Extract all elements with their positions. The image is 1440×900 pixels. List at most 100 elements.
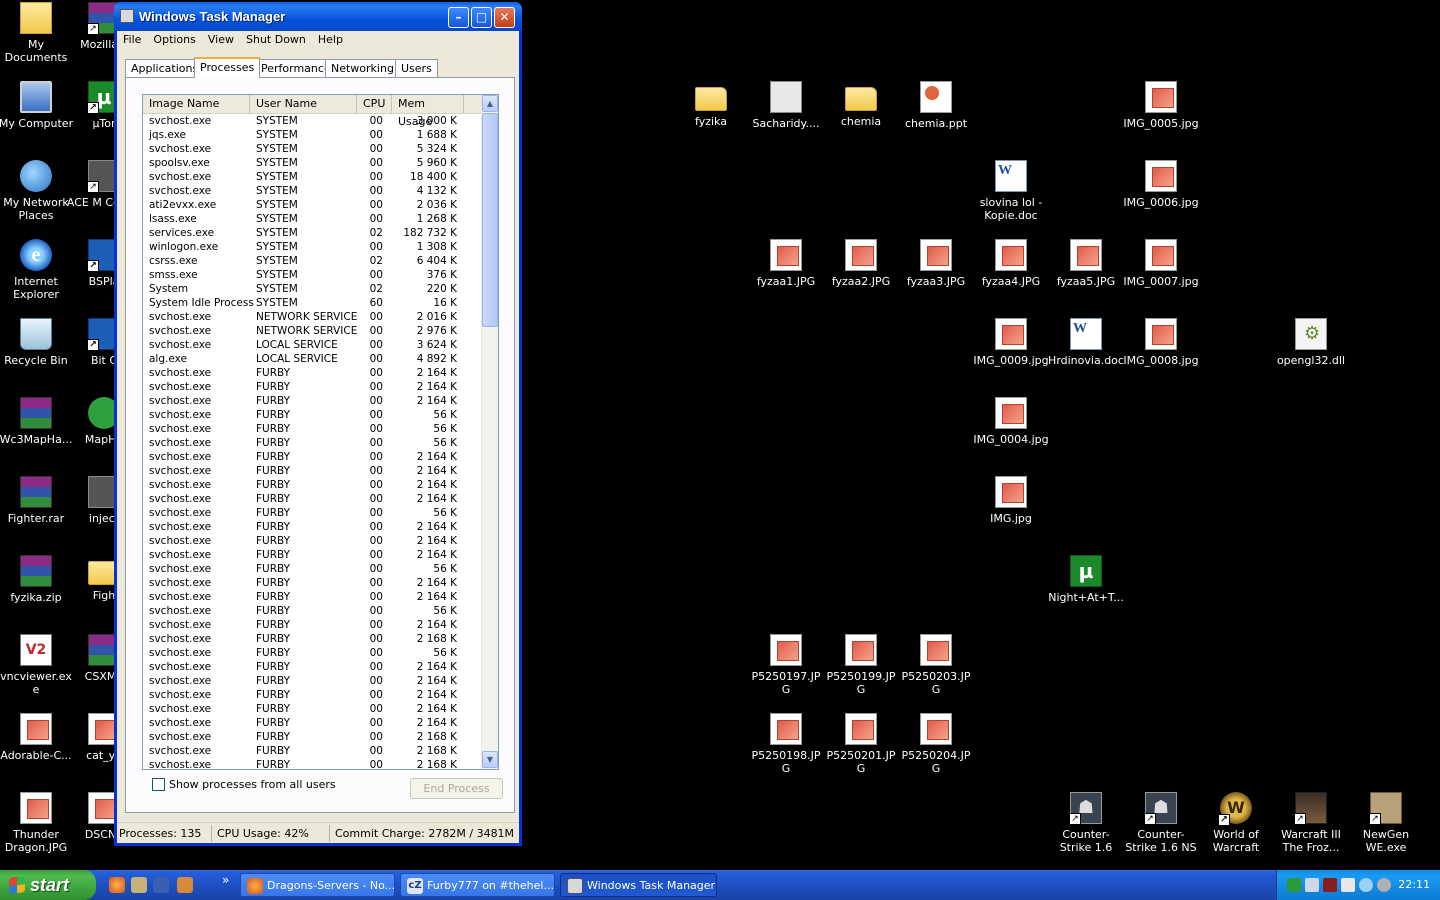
desktop-icon[interactable]: P5250201.JPG: [823, 713, 899, 775]
column-user-name[interactable]: User Name: [250, 95, 357, 113]
desktop-icon[interactable]: P5250204.JPG: [898, 713, 974, 775]
table-row[interactable]: jqs.exe SYSTEM 00 1 688 K: [143, 128, 482, 142]
tray-network-icon[interactable]: [1287, 878, 1301, 892]
desktop-icon[interactable]: Fighter.rar: [0, 476, 74, 525]
clock[interactable]: 22:11: [1398, 878, 1430, 891]
desktop-icon[interactable]: Warcraft III The Froz...: [1273, 792, 1349, 854]
desktop-icon[interactable]: slovina lol - Kopie.doc: [973, 160, 1049, 222]
column-mem-usage[interactable]: Mem Usage: [392, 95, 464, 128]
desktop-icon[interactable]: e Internet Explorer: [0, 239, 74, 301]
desktop-icon[interactable]: IMG_0008.jpg: [1123, 318, 1199, 367]
quicklaunch-network-icon[interactable]: [153, 877, 169, 893]
taskbar-item-irc[interactable]: cZ Furby777 on #thehel...: [400, 873, 555, 897]
table-row[interactable]: svchost.exe FURBY 00 2 164 K: [143, 520, 482, 534]
vertical-scrollbar[interactable]: ▲ ▼: [481, 95, 498, 769]
quicklaunch-firefox-icon[interactable]: [109, 877, 125, 893]
tray-app-icon[interactable]: [1341, 878, 1355, 892]
table-row[interactable]: svchost.exe FURBY 00 2 164 K: [143, 366, 482, 380]
table-row[interactable]: svchost.exe FURBY 00 2 164 K: [143, 576, 482, 590]
table-row[interactable]: svchost.exe NETWORK SERVICE 00 2 976 K: [143, 324, 482, 338]
menu-options[interactable]: Options: [147, 31, 201, 48]
table-row[interactable]: csrss.exe SYSTEM 02 6 404 K: [143, 254, 482, 268]
desktop-icon[interactable]: IMG_0005.jpg: [1123, 81, 1199, 130]
column-cpu[interactable]: CPU: [357, 95, 392, 113]
tray-messenger-icon[interactable]: [1359, 878, 1373, 892]
desktop-icon[interactable]: chemia.ppt: [898, 81, 974, 130]
table-row[interactable]: svchost.exe LOCAL SERVICE 00 3 624 K: [143, 338, 482, 352]
quicklaunch-overflow-icon[interactable]: »: [222, 873, 229, 887]
desktop-icon[interactable]: fyzaa2.JPG: [823, 239, 899, 288]
menu-help[interactable]: Help: [312, 31, 349, 48]
table-row[interactable]: services.exe SYSTEM 02 182 732 K: [143, 226, 482, 240]
desktop-icon[interactable]: Wc3MapHa...: [0, 397, 74, 446]
desktop-icon[interactable]: IMG_0009.jpg: [973, 318, 1049, 367]
taskbar-item-firefox[interactable]: Dragons-Servers - No...: [240, 873, 395, 897]
tray-connection-icon[interactable]: [1305, 878, 1319, 892]
scroll-down-button[interactable]: ▼: [482, 751, 498, 768]
table-row[interactable]: svchost.exe FURBY 00 56 K: [143, 436, 482, 450]
tray-antivirus-icon[interactable]: [1323, 878, 1337, 892]
quicklaunch-user-icon[interactable]: [177, 877, 193, 893]
table-row[interactable]: svchost.exe FURBY 00 2 164 K: [143, 548, 482, 562]
table-row[interactable]: svchost.exe FURBY 00 2 164 K: [143, 688, 482, 702]
desktop-icon[interactable]: V2 vncviewer.exe: [0, 634, 74, 696]
table-row[interactable]: System SYSTEM 02 220 K: [143, 282, 482, 296]
tab-users[interactable]: Users: [395, 59, 438, 77]
table-row[interactable]: winlogon.exe SYSTEM 00 1 308 K: [143, 240, 482, 254]
desktop-icon[interactable]: My Computer: [0, 81, 74, 130]
table-row[interactable]: smss.exe SYSTEM 00 376 K: [143, 268, 482, 282]
table-row[interactable]: svchost.exe SYSTEM 00 3 000 K: [143, 114, 482, 128]
desktop-icon[interactable]: WWorld of Warcraft: [1198, 792, 1274, 854]
desktop-icon[interactable]: IMG_0006.jpg: [1123, 160, 1199, 209]
table-row[interactable]: alg.exe LOCAL SERVICE 00 4 892 K: [143, 352, 482, 366]
minimize-button[interactable]: –: [448, 7, 469, 28]
table-row[interactable]: svchost.exe FURBY 00 2 164 K: [143, 618, 482, 632]
desktop-icon[interactable]: chemia: [823, 81, 899, 128]
desktop-icon[interactable]: Thunder Dragon.JPG: [0, 792, 74, 854]
desktop-icon[interactable]: Hrdinovia.doc: [1048, 318, 1124, 367]
scroll-up-button[interactable]: ▲: [482, 95, 498, 112]
table-row[interactable]: svchost.exe FURBY 00 2 164 K: [143, 450, 482, 464]
desktop-icon[interactable]: µ Night+At+T...: [1048, 555, 1124, 604]
tab-applications[interactable]: Applications: [125, 59, 205, 77]
table-row[interactable]: svchost.exe FURBY 00 56 K: [143, 562, 482, 576]
desktop-icon[interactable]: My Network Places: [0, 160, 74, 222]
title-bar[interactable]: Windows Task Manager – □ ✕: [114, 2, 522, 31]
desktop-icon[interactable]: fyzaa3.JPG: [898, 239, 974, 288]
taskbar-item-task-manager[interactable]: Windows Task Manager: [560, 873, 717, 897]
desktop-icon[interactable]: fyzika: [673, 81, 749, 128]
menu-view[interactable]: View: [202, 31, 240, 48]
desktop-icon[interactable]: fyzika.zip: [0, 555, 74, 604]
table-row[interactable]: svchost.exe FURBY 00 2 168 K: [143, 744, 482, 758]
table-row[interactable]: svchost.exe FURBY 00 56 K: [143, 646, 482, 660]
desktop-icon[interactable]: My Documents: [0, 2, 74, 64]
table-row[interactable]: svchost.exe FURBY 00 2 168 K: [143, 632, 482, 646]
desktop-icon[interactable]: P5250199.JPG: [823, 634, 899, 696]
table-row[interactable]: spoolsv.exe SYSTEM 00 5 960 K: [143, 156, 482, 170]
scrollbar-thumb[interactable]: [482, 113, 498, 327]
column-image-name[interactable]: Image Name: [143, 95, 250, 113]
table-row[interactable]: svchost.exe FURBY 00 2 164 K: [143, 478, 482, 492]
maximize-button[interactable]: □: [471, 7, 492, 28]
table-row[interactable]: svchost.exe SYSTEM 00 4 132 K: [143, 184, 482, 198]
desktop-icon[interactable]: fyzaa4.JPG: [973, 239, 1049, 288]
table-row[interactable]: svchost.exe FURBY 00 2 164 K: [143, 702, 482, 716]
table-row[interactable]: svchost.exe FURBY 00 2 168 K: [143, 758, 482, 769]
table-row[interactable]: svchost.exe FURBY 00 2 164 K: [143, 380, 482, 394]
end-process-button[interactable]: End Process: [410, 778, 503, 799]
table-row[interactable]: svchost.exe FURBY 00 2 164 K: [143, 674, 482, 688]
desktop-icon[interactable]: IMG.jpg: [973, 476, 1049, 525]
desktop-icon[interactable]: Adorable-C...: [0, 713, 74, 762]
table-row[interactable]: svchost.exe FURBY 00 56 K: [143, 604, 482, 618]
table-row[interactable]: lsass.exe SYSTEM 00 1 268 K: [143, 212, 482, 226]
menu-file[interactable]: File: [117, 31, 147, 48]
table-row[interactable]: svchost.exe SYSTEM 00 5 324 K: [143, 142, 482, 156]
table-row[interactable]: svchost.exe FURBY 00 2 164 K: [143, 534, 482, 548]
start-button[interactable]: start: [0, 870, 96, 900]
tab-networking[interactable]: Networking: [325, 59, 400, 77]
table-row[interactable]: svchost.exe FURBY 00 2 164 K: [143, 716, 482, 730]
desktop-icon[interactable]: fyzaa5.JPG: [1048, 239, 1124, 288]
menu-shut-down[interactable]: Shut Down: [240, 31, 312, 48]
show-all-users-checkbox[interactable]: Show processes from all users: [152, 778, 336, 791]
table-row[interactable]: svchost.exe FURBY 00 2 164 K: [143, 590, 482, 604]
